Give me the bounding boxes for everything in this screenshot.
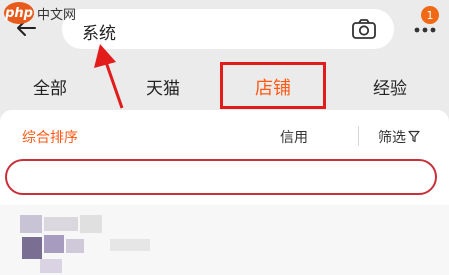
- site-watermark: php 中文网: [4, 2, 76, 24]
- filter-label: 筛选: [378, 130, 406, 146]
- watermark-site-text: 中文网: [37, 7, 77, 23]
- results-placeholder: [0, 205, 449, 275]
- highlighted-input-box[interactable]: [5, 159, 437, 195]
- tab-tmall[interactable]: 天猫: [146, 74, 180, 99]
- search-input[interactable]: 系统: [82, 19, 116, 44]
- funnel-icon: [408, 130, 420, 143]
- filter-divider: [358, 126, 359, 146]
- blurred-thumbnail: [40, 259, 62, 273]
- more-dots-icon: [414, 27, 436, 33]
- sort-credit[interactable]: 信用: [280, 127, 308, 147]
- blurred-thumbnail: [80, 215, 102, 233]
- camera-button[interactable]: [350, 15, 378, 43]
- camera-icon: [352, 19, 376, 39]
- blurred-thumbnail: [44, 217, 78, 231]
- blurred-thumbnail: [44, 235, 64, 253]
- filter-button[interactable]: 筛选: [378, 127, 420, 147]
- blurred-thumbnail: [110, 239, 150, 251]
- search-bar[interactable]: 系统: [62, 9, 394, 49]
- tab-experience[interactable]: 经验: [373, 74, 407, 99]
- blurred-thumbnail: [66, 239, 84, 253]
- blurred-thumbnail: [22, 237, 42, 259]
- watermark-logo: php: [4, 2, 34, 24]
- tab-all[interactable]: 全部: [33, 74, 67, 99]
- blurred-thumbnail: [20, 215, 42, 233]
- sort-comprehensive[interactable]: 综合排序: [22, 127, 78, 147]
- tab-highlight-box: [220, 62, 326, 109]
- notification-badge: 1: [421, 6, 439, 24]
